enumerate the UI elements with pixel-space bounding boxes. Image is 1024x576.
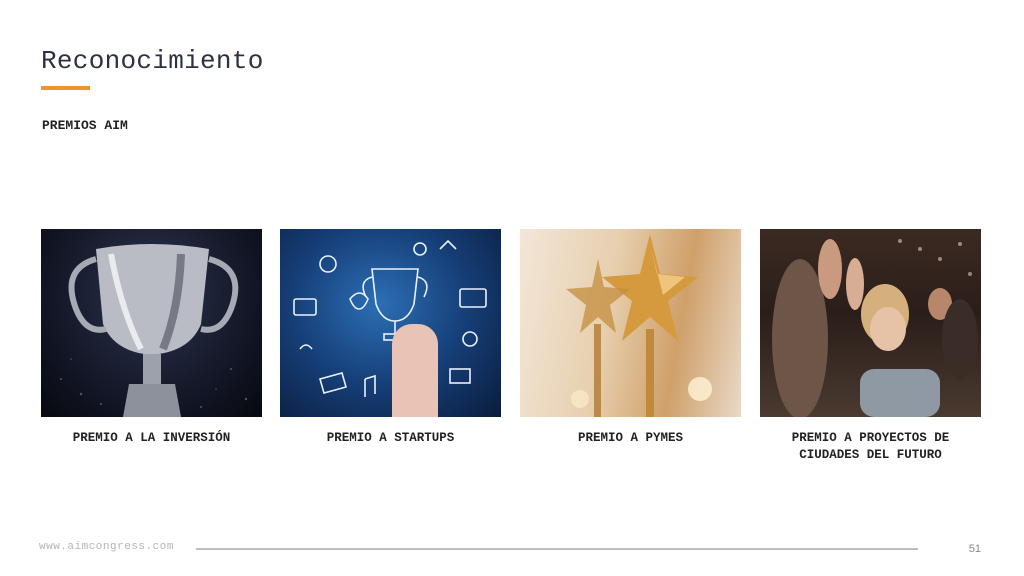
page-title: Reconocimiento <box>41 46 264 76</box>
page-number: 51 <box>968 543 981 555</box>
award-caption: PREMIO A PROYECTOS DE CIUDADES DEL FUTUR… <box>791 431 950 462</box>
award-card-inversion: PREMIO A LA INVERSIÓN <box>41 229 262 447</box>
title-accent-bar <box>41 86 90 90</box>
award-caption: PREMIO A PYMES <box>577 431 684 445</box>
award-card-ciudades-futuro: PREMIO A PROYECTOS DE CIUDADES DEL FUTUR… <box>760 229 981 464</box>
gold-star-trophies-image <box>520 229 741 417</box>
section-subtitle: PREMIOS AIM <box>42 118 128 133</box>
trophy-cup-image <box>41 229 262 417</box>
applauding-audience-image <box>760 229 981 417</box>
award-card-pymes: PREMIO A PYMES <box>520 229 741 447</box>
footer-website-url: www.aimcongress.com <box>39 541 174 553</box>
footer-divider <box>196 548 918 550</box>
award-card-startups: PREMIO A STARTUPS <box>280 229 501 447</box>
hand-shape <box>392 324 438 417</box>
award-caption: PREMIO A LA INVERSIÓN <box>72 431 231 445</box>
award-caption: PREMIO A STARTUPS <box>326 431 455 445</box>
hand-holding-drawn-trophy-image <box>280 229 501 417</box>
